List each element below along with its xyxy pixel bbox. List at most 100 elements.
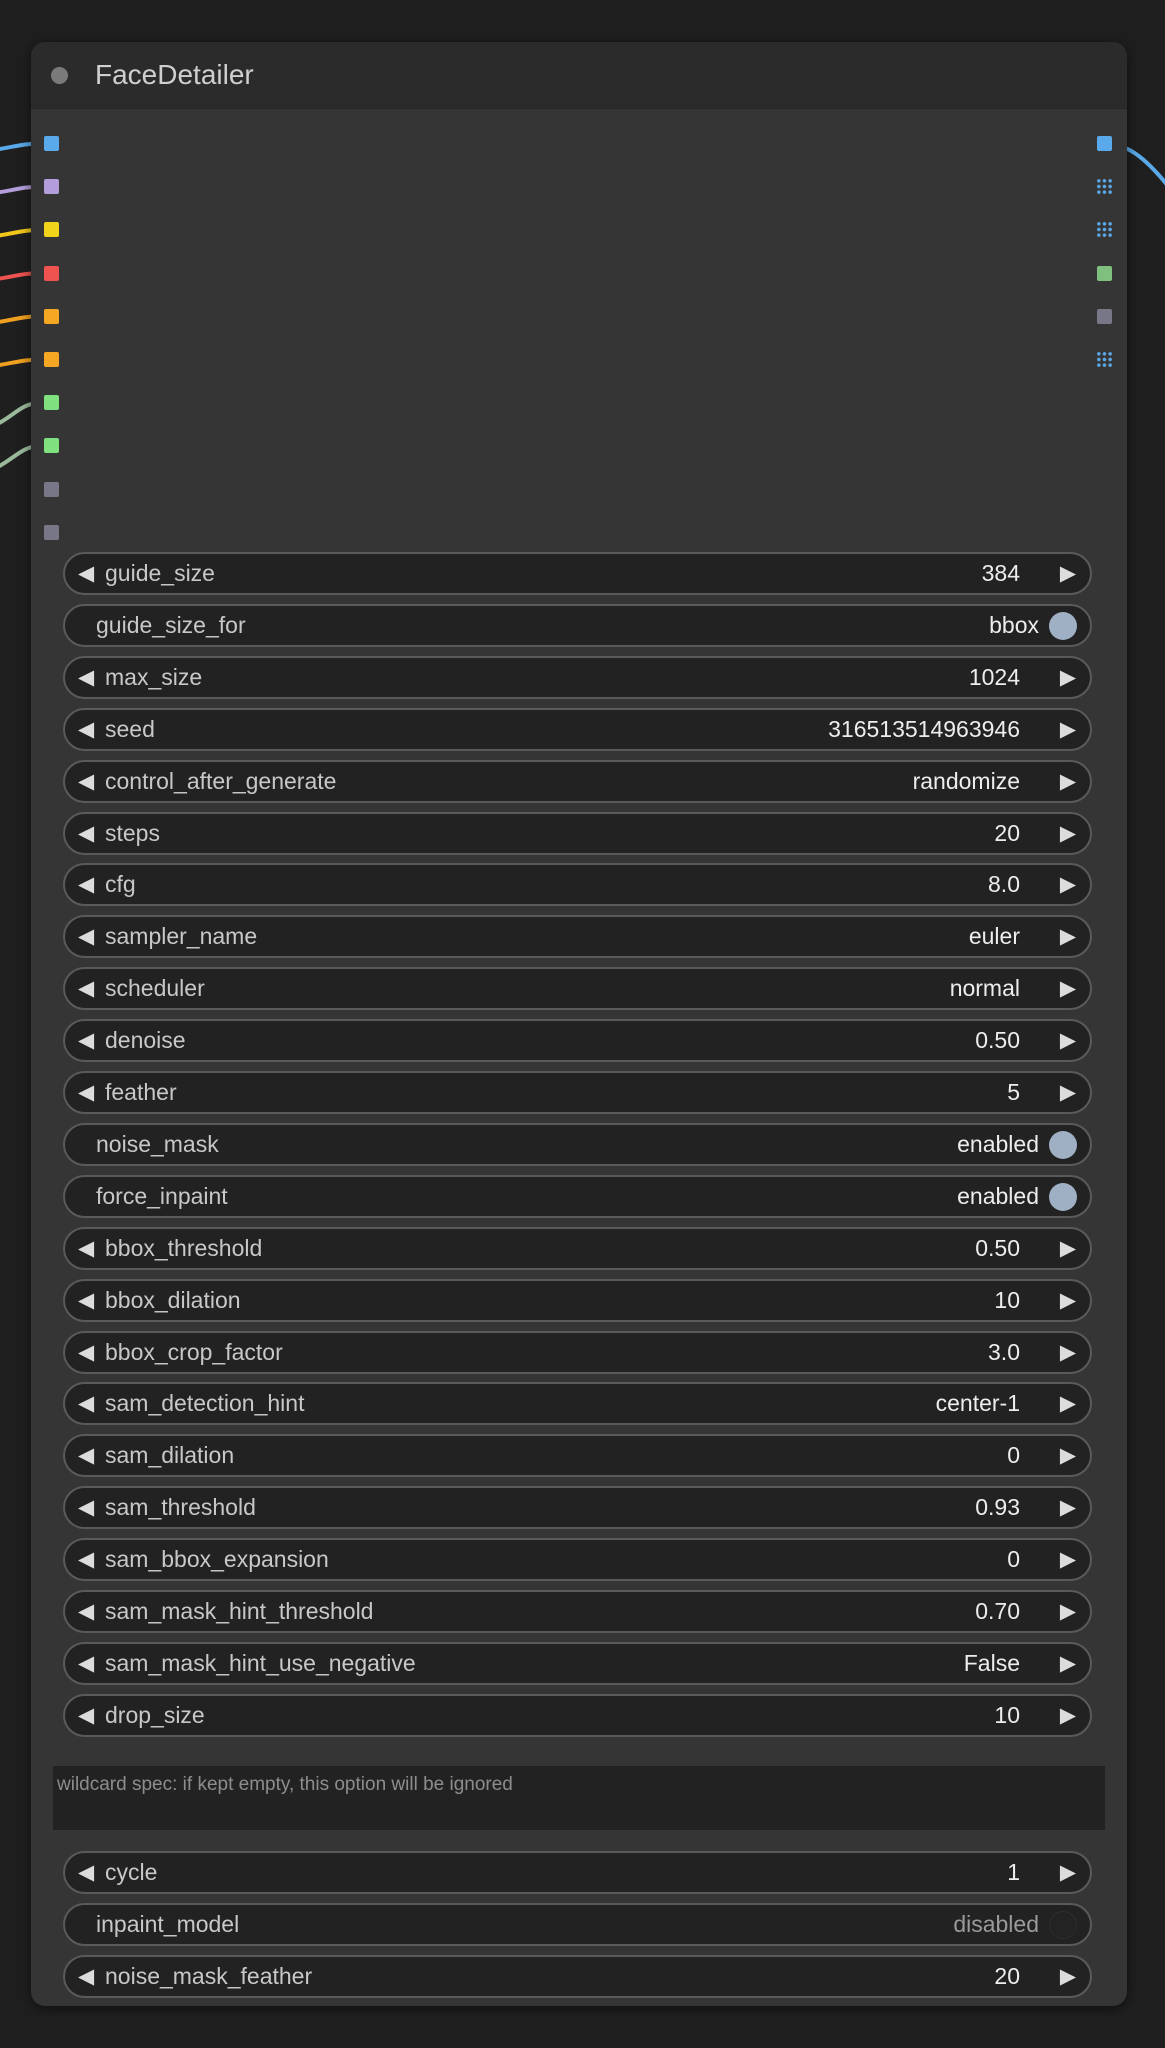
widget-sam-mask-hint-threshold[interactable]: ◀ sam_mask_hint_threshold 0.70 ▶ <box>63 1590 1092 1633</box>
widget-cfg[interactable]: ◀ cfg 8.0 ▶ <box>63 863 1092 907</box>
input-slot-4[interactable] <box>44 308 59 324</box>
widget-seed[interactable]: ◀ seed 316513514963946 ▶ <box>63 707 1092 751</box>
decrement-arrow-icon[interactable]: ◀ <box>78 1281 94 1320</box>
widget-bbox-crop-factor[interactable]: ◀ bbox_crop_factor 3.0 ▶ <box>63 1330 1092 1374</box>
increment-arrow-icon[interactable]: ▶ <box>1060 1592 1076 1631</box>
toggle-knob-icon[interactable] <box>1049 1182 1077 1211</box>
decrement-arrow-icon[interactable]: ◀ <box>78 1021 94 1060</box>
input-slot-7[interactable] <box>44 438 59 454</box>
decrement-arrow-icon[interactable]: ◀ <box>78 1229 94 1268</box>
decrement-arrow-icon[interactable]: ◀ <box>78 1436 94 1475</box>
node-header[interactable]: FaceDetailer <box>31 42 1127 109</box>
increment-arrow-icon[interactable]: ▶ <box>1060 1957 1076 1996</box>
widget-value[interactable]: center-1 <box>936 1384 1020 1423</box>
decrement-arrow-icon[interactable]: ◀ <box>78 1957 94 1996</box>
collapse-dot-icon[interactable] <box>51 67 68 84</box>
widget-value[interactable]: 8.0 <box>988 865 1020 904</box>
toggle-knob-icon[interactable] <box>1049 1130 1077 1159</box>
increment-arrow-icon[interactable]: ▶ <box>1060 1229 1076 1268</box>
input-slot-8[interactable] <box>44 481 59 497</box>
widget-value[interactable]: normal <box>950 969 1020 1008</box>
increment-arrow-icon[interactable]: ▶ <box>1060 658 1076 697</box>
widget-value[interactable]: 316513514963946 <box>828 710 1020 749</box>
output-slot-1[interactable] <box>1096 178 1113 196</box>
widget-steps[interactable]: ◀ steps 20 ▶ <box>63 811 1092 855</box>
widget-drop-size[interactable]: ◀ drop_size 10 ▶ <box>63 1693 1092 1737</box>
decrement-arrow-icon[interactable]: ◀ <box>78 1592 94 1631</box>
widget-value[interactable]: 5 <box>1007 1073 1020 1112</box>
widget-sam-detection-hint[interactable]: ◀ sam_detection_hint center-1 ▶ <box>63 1382 1092 1426</box>
widget-value[interactable]: 384 <box>982 554 1020 593</box>
widget-feather[interactable]: ◀ feather 5 ▶ <box>63 1071 1092 1114</box>
increment-arrow-icon[interactable]: ▶ <box>1060 1488 1076 1527</box>
toggle-knob-icon[interactable] <box>1049 611 1077 640</box>
increment-arrow-icon[interactable]: ▶ <box>1060 1281 1076 1320</box>
decrement-arrow-icon[interactable]: ◀ <box>78 1696 94 1735</box>
widget-inpaint-model[interactable]: inpaint_model disabled <box>63 1902 1092 1946</box>
widget-value[interactable]: 0.93 <box>975 1488 1020 1527</box>
decrement-arrow-icon[interactable]: ◀ <box>78 1540 94 1579</box>
increment-arrow-icon[interactable]: ▶ <box>1060 1333 1076 1372</box>
output-slot-3[interactable] <box>1097 265 1112 281</box>
wildcard-textarea[interactable]: wildcard spec: if kept empty, this optio… <box>53 1766 1105 1830</box>
widget-value[interactable]: 1024 <box>969 658 1020 697</box>
increment-arrow-icon[interactable]: ▶ <box>1060 814 1076 853</box>
increment-arrow-icon[interactable]: ▶ <box>1060 1073 1076 1112</box>
toggle-knob-icon[interactable] <box>1049 1910 1077 1939</box>
graph-canvas[interactable]: FaceDetailer ◀ guide_size 384 ▶ guide_size_f… <box>0 0 1165 2048</box>
widget-noise-mask[interactable]: noise_mask enabled <box>63 1122 1092 1166</box>
decrement-arrow-icon[interactable]: ◀ <box>78 658 94 697</box>
increment-arrow-icon[interactable]: ▶ <box>1060 1540 1076 1579</box>
widget-value[interactable]: bbox <box>989 606 1039 645</box>
widget-noise-mask-feather[interactable]: ◀ noise_mask_feather 20 ▶ <box>63 1954 1092 1998</box>
increment-arrow-icon[interactable]: ▶ <box>1060 710 1076 749</box>
input-slot-5[interactable] <box>44 352 59 367</box>
increment-arrow-icon[interactable]: ▶ <box>1060 1436 1076 1475</box>
output-slot-5[interactable] <box>1096 351 1113 368</box>
widget-value[interactable]: 20 <box>994 1957 1020 1996</box>
increment-arrow-icon[interactable]: ▶ <box>1060 1644 1076 1683</box>
output-slot-0[interactable] <box>1097 136 1112 151</box>
widget-cycle[interactable]: ◀ cycle 1 ▶ <box>63 1851 1092 1894</box>
increment-arrow-icon[interactable]: ▶ <box>1060 554 1076 593</box>
input-slot-6[interactable] <box>44 395 59 411</box>
widget-guide-size-for[interactable]: guide_size_for bbox <box>63 603 1092 647</box>
decrement-arrow-icon[interactable]: ◀ <box>78 917 94 956</box>
widget-value[interactable]: disabled <box>953 1905 1039 1944</box>
widget-denoise[interactable]: ◀ denoise 0.50 ▶ <box>63 1019 1092 1063</box>
widget-sam-mask-hint-use-negative[interactable]: ◀ sam_mask_hint_use_negative False ▶ <box>63 1641 1092 1685</box>
decrement-arrow-icon[interactable]: ◀ <box>78 1333 94 1372</box>
widget-value[interactable]: 0.70 <box>975 1592 1020 1631</box>
decrement-arrow-icon[interactable]: ◀ <box>78 1384 94 1423</box>
widget-force-inpaint[interactable]: force_inpaint enabled <box>63 1174 1092 1218</box>
decrement-arrow-icon[interactable]: ◀ <box>78 865 94 904</box>
widget-value[interactable]: 20 <box>994 814 1020 853</box>
increment-arrow-icon[interactable]: ▶ <box>1060 1021 1076 1060</box>
input-slot-9[interactable] <box>44 524 59 540</box>
increment-arrow-icon[interactable]: ▶ <box>1060 1384 1076 1423</box>
decrement-arrow-icon[interactable]: ◀ <box>78 1073 94 1112</box>
decrement-arrow-icon[interactable]: ◀ <box>78 1644 94 1683</box>
widget-value[interactable]: 10 <box>994 1281 1020 1320</box>
widget-max-size[interactable]: ◀ max_size 1024 ▶ <box>63 655 1092 699</box>
output-slot-4[interactable] <box>1097 308 1112 324</box>
widget-sam-bbox-expansion[interactable]: ◀ sam_bbox_expansion 0 ▶ <box>63 1538 1092 1582</box>
input-slot-0[interactable] <box>44 136 59 151</box>
widget-value[interactable]: 0 <box>1007 1436 1020 1475</box>
widget-value[interactable]: enabled <box>957 1125 1039 1164</box>
widget-value[interactable]: randomize <box>913 762 1020 801</box>
widget-value[interactable]: False <box>964 1644 1020 1683</box>
increment-arrow-icon[interactable]: ▶ <box>1060 969 1076 1008</box>
widget-bbox-threshold[interactable]: ◀ bbox_threshold 0.50 ▶ <box>63 1226 1092 1270</box>
widget-bbox-dilation[interactable]: ◀ bbox_dilation 10 ▶ <box>63 1278 1092 1322</box>
widget-value[interactable]: 0 <box>1007 1540 1020 1579</box>
increment-arrow-icon[interactable]: ▶ <box>1060 865 1076 904</box>
increment-arrow-icon[interactable]: ▶ <box>1060 917 1076 956</box>
widget-scheduler[interactable]: ◀ scheduler normal ▶ <box>63 967 1092 1011</box>
increment-arrow-icon[interactable]: ▶ <box>1060 762 1076 801</box>
decrement-arrow-icon[interactable]: ◀ <box>78 1488 94 1527</box>
decrement-arrow-icon[interactable]: ◀ <box>78 710 94 749</box>
decrement-arrow-icon[interactable]: ◀ <box>78 969 94 1008</box>
widget-sam-dilation[interactable]: ◀ sam_dilation 0 ▶ <box>63 1434 1092 1478</box>
widget-value[interactable]: enabled <box>957 1177 1039 1216</box>
